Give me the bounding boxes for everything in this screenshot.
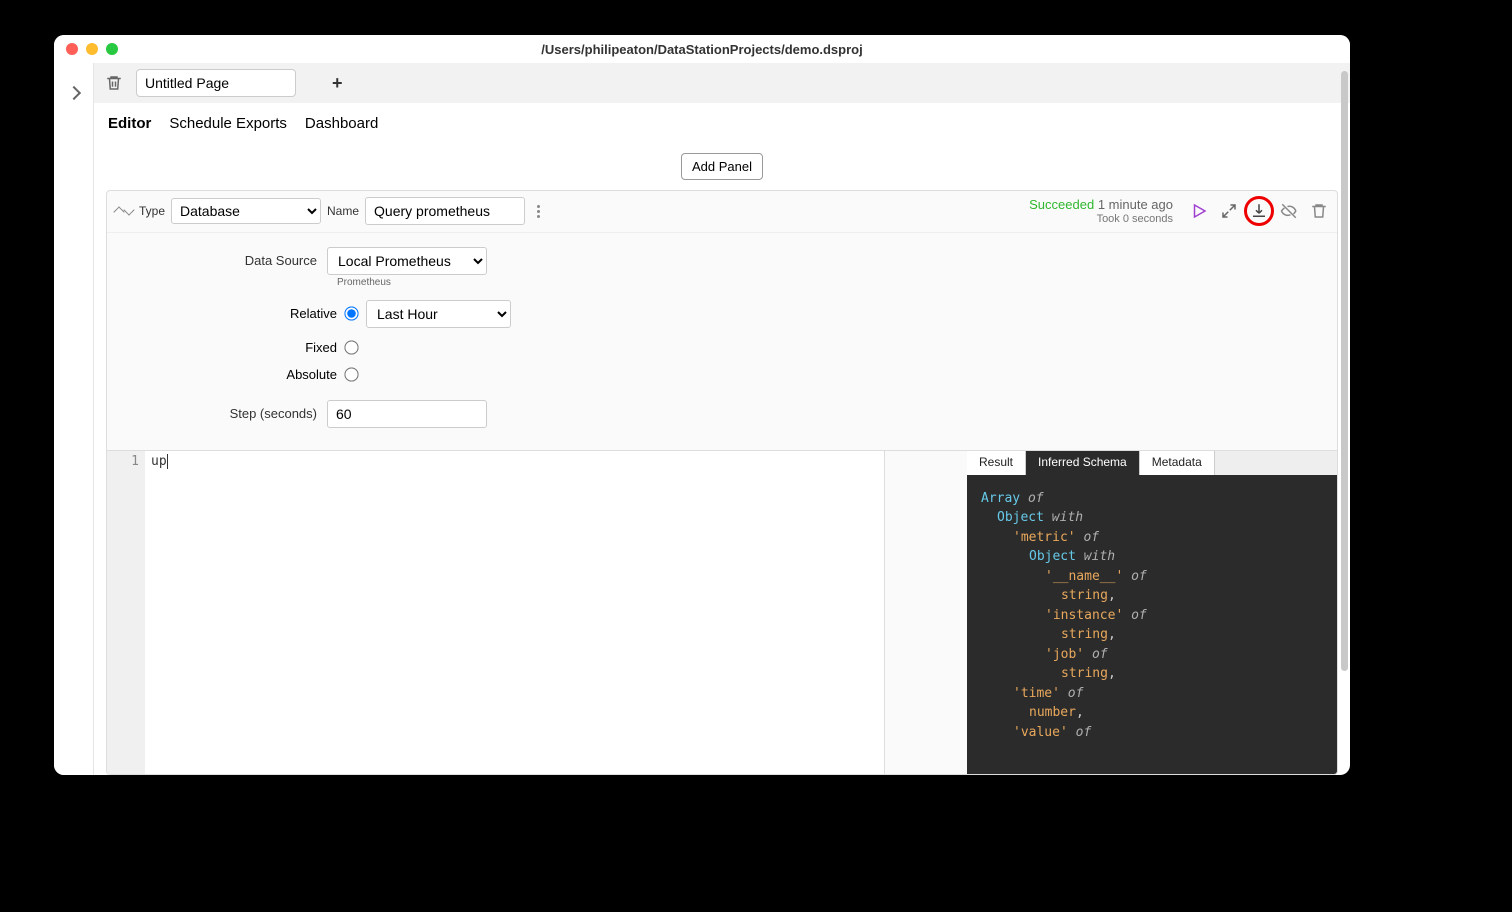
relative-radio[interactable] xyxy=(344,307,358,321)
absolute-radio[interactable] xyxy=(344,367,358,381)
fixed-radio[interactable] xyxy=(344,340,358,354)
close-window-button[interactable] xyxy=(66,43,78,55)
main-area: + Editor Schedule Exports Dashboard Add … xyxy=(94,63,1350,775)
chevron-down-icon xyxy=(123,205,134,216)
trash-icon xyxy=(105,74,123,92)
delete-page-button[interactable] xyxy=(104,73,124,93)
panel-name-input[interactable] xyxy=(365,197,525,225)
panel-form: Data Source Local Prometheus Prometheus … xyxy=(107,233,1337,450)
panel-type-label: Type xyxy=(139,204,165,218)
step-label: Step (seconds) xyxy=(107,406,327,421)
panel-reorder-controls[interactable] xyxy=(115,206,133,216)
results-pane: Result Inferred Schema Metadata Array of… xyxy=(967,451,1337,774)
minimize-window-button[interactable] xyxy=(86,43,98,55)
tab-inferred-schema[interactable]: Inferred Schema xyxy=(1026,451,1140,475)
maximize-window-button[interactable] xyxy=(106,43,118,55)
relative-label: Relative xyxy=(107,306,345,321)
traffic-lights xyxy=(54,43,118,55)
eye-off-icon xyxy=(1280,202,1298,220)
expand-panel-button[interactable] xyxy=(1219,201,1239,221)
scrollbar[interactable] xyxy=(1341,71,1348,671)
titlebar: /Users/philipeaton/DataStationProjects/d… xyxy=(54,35,1350,63)
app-body: + Editor Schedule Exports Dashboard Add … xyxy=(54,63,1350,775)
window-title: /Users/philipeaton/DataStationProjects/d… xyxy=(54,42,1350,57)
result-tab-bar: Result Inferred Schema Metadata xyxy=(967,451,1337,475)
status-succeeded: Succeeded xyxy=(1029,197,1094,212)
panel-name-label: Name xyxy=(327,204,359,218)
expand-sidebar-icon[interactable] xyxy=(66,86,80,100)
fixed-label: Fixed xyxy=(107,340,345,355)
step-input[interactable] xyxy=(327,400,487,428)
highlight-ring xyxy=(1244,196,1274,226)
tab-schedule-exports[interactable]: Schedule Exports xyxy=(169,115,287,132)
status-when: 1 minute ago xyxy=(1098,197,1173,212)
schema-view: Array of Object with 'metric' of Object … xyxy=(967,475,1337,774)
page-name-input[interactable] xyxy=(136,69,296,97)
tab-editor[interactable]: Editor xyxy=(108,115,151,132)
tab-dashboard[interactable]: Dashboard xyxy=(305,115,378,132)
data-source-hint: Prometheus xyxy=(337,277,1337,288)
panel-action-icons xyxy=(1189,201,1329,221)
split-gap xyxy=(885,451,967,774)
page-tab-bar: + xyxy=(94,63,1350,103)
panel-more-menu[interactable] xyxy=(531,205,545,218)
panel-header: Type Database Name Succeeded 1 minute ag… xyxy=(107,191,1337,233)
run-panel-button[interactable] xyxy=(1189,201,1209,221)
trash-icon xyxy=(1310,202,1328,220)
absolute-label: Absolute xyxy=(107,367,345,382)
hide-panel-button[interactable] xyxy=(1279,201,1299,221)
status-took: Took 0 seconds xyxy=(1029,213,1173,226)
code-editor[interactable]: 1 up xyxy=(107,451,885,774)
add-panel-button[interactable]: Add Panel xyxy=(681,153,763,180)
panel-status: Succeeded 1 minute ago Took 0 seconds xyxy=(1029,197,1173,226)
editor-gutter: 1 xyxy=(107,451,145,774)
editor-content: up xyxy=(145,451,884,774)
relative-range-select[interactable]: Last Hour xyxy=(366,300,511,328)
data-source-select[interactable]: Local Prometheus xyxy=(327,247,487,275)
expand-icon xyxy=(1220,202,1238,220)
add-page-button[interactable]: + xyxy=(332,73,343,94)
download-panel-button[interactable] xyxy=(1249,201,1269,221)
sidebar-collapsed xyxy=(54,63,94,775)
tab-metadata[interactable]: Metadata xyxy=(1140,451,1215,475)
tab-result[interactable]: Result xyxy=(967,451,1026,475)
panel: Type Database Name Succeeded 1 minute ag… xyxy=(106,190,1338,775)
delete-panel-button[interactable] xyxy=(1309,201,1329,221)
data-source-label: Data Source xyxy=(107,253,327,268)
panel-type-select[interactable]: Database xyxy=(171,198,321,224)
view-tabs: Editor Schedule Exports Dashboard xyxy=(94,103,1350,143)
play-icon xyxy=(1190,202,1208,220)
panel-content-split: 1 up Result Inferred Schema Metadata Arr… xyxy=(107,450,1337,774)
app-window: /Users/philipeaton/DataStationProjects/d… xyxy=(54,35,1350,775)
add-panel-row: Add Panel xyxy=(94,143,1350,190)
